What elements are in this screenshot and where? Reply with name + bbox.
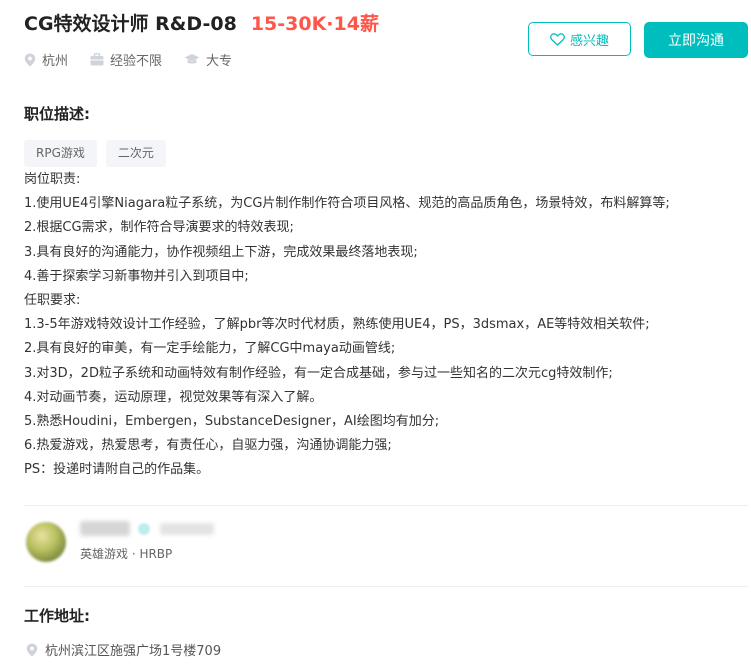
description-heading: 职位描述:	[24, 105, 90, 123]
interest-button[interactable]: 感兴趣	[528, 22, 631, 56]
meta-education: 大专	[184, 50, 232, 69]
chat-now-button[interactable]: 立即沟通	[644, 22, 748, 58]
description-line: 2.具有良好的审美，有一定手绘能力，了解CG中maya动画管线;	[24, 341, 396, 357]
briefcase-icon	[90, 53, 104, 66]
divider	[24, 505, 748, 506]
job-tags: RPG游戏 二次元	[24, 140, 175, 167]
description-line: 3.具有良好的沟通能力，协作视频组上下游，完成效果最终落地表现;	[24, 244, 418, 260]
verified-badge-icon	[138, 523, 150, 535]
graduation-cap-icon	[184, 54, 200, 64]
meta-experience: 经验不限	[90, 50, 162, 69]
description-line: 5.熟悉Houdini，Embergen，SubstanceDesigner，A…	[24, 414, 440, 430]
description-line: 2.根据CG需求，制作符合导演要求的特效表现;	[24, 220, 294, 236]
job-tag: 二次元	[105, 140, 166, 167]
meta-location: 杭州	[24, 50, 68, 69]
description-line: 4.善于探索学习新事物并引入到项目中;	[24, 268, 249, 284]
workplace-address[interactable]: 杭州滨江区施强广场1号楼709	[26, 640, 221, 659]
heart-icon	[550, 32, 565, 46]
interest-label: 感兴趣	[569, 33, 609, 49]
description-line: 3.对3D，2D粒子系统和动画特效有制作经验，有一定合成基础，参与过一些知名的二…	[24, 365, 613, 381]
experience-text: 经验不限	[110, 54, 163, 69]
location-text: 杭州	[42, 54, 69, 69]
description-line: 岗位职责:	[24, 172, 81, 187]
description-line: PS：投递时请附自己的作品集。	[24, 462, 210, 478]
avatar	[26, 522, 66, 562]
recruiter-name-blurred	[80, 521, 130, 536]
job-header: CG特效设计师 R&D-08 15-30K·14薪	[24, 8, 379, 36]
description-line: 4.对动画节奏，运动原理，视觉效果等有深入了解。	[24, 389, 323, 405]
salary-range: 15-30K·14薪	[250, 12, 379, 35]
workplace-heading: 工作地址:	[24, 607, 90, 625]
job-tag: RPG游戏	[24, 140, 97, 167]
description-line: 6.热爱游戏，热爱思考，有责任心，自驱力强，沟通协调能力强;	[24, 438, 392, 454]
education-text: 大专	[206, 54, 233, 69]
job-title: CG特效设计师 R&D-08	[24, 12, 237, 35]
location-pin-icon	[24, 53, 36, 66]
description-line: 1.3-5年游戏特效设计工作经验，了解pbr等次时代材质，熟练使用UE4，PS，…	[24, 317, 650, 333]
job-description: 岗位职责: 1.使用UE4引擎Niagara粒子系统，为CG片制作制作符合项目风…	[24, 168, 744, 483]
description-line: 任职要求:	[24, 293, 81, 309]
description-line: 1.使用UE4引擎Niagara粒子系统，为CG片制作制作符合项目风格、规范的高…	[24, 196, 670, 212]
location-pin-icon	[26, 643, 38, 656]
divider	[24, 586, 748, 587]
job-meta: 杭州 经验不限 大专	[24, 50, 254, 69]
recruiter-status-blurred	[160, 523, 214, 535]
address-text: 杭州滨江区施强广场1号楼709	[45, 644, 222, 659]
recruiter-company-role: 英雄游戏 · HRBP	[80, 547, 173, 561]
